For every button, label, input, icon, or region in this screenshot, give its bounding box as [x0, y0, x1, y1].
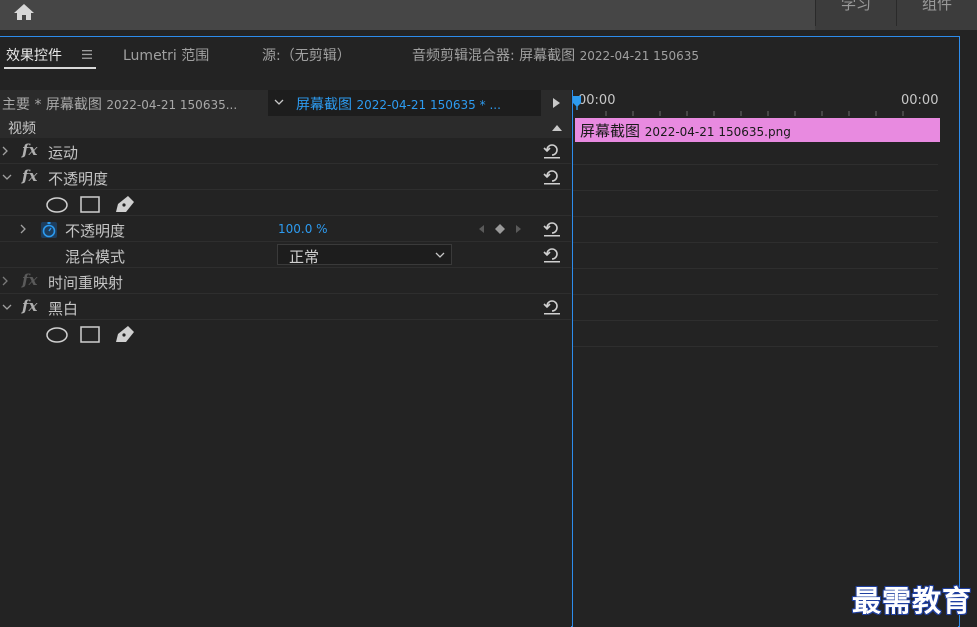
audio-mixer-tab-label: 音频剪辑混合器: 屏幕截图: [412, 48, 576, 64]
panel-tab-bar: 效果控件 Lumetri 范围 源:（无剪辑） 音频剪辑混合器: 屏幕截图 20…: [0, 37, 958, 71]
previous-keyframe-icon[interactable]: [479, 225, 484, 233]
tab-audio-clip-mixer[interactable]: 音频剪辑混合器: 屏幕截图 2022-04-21 150635: [412, 45, 699, 65]
chevron-down-icon[interactable]: [2, 304, 12, 311]
pen-mask-icon[interactable]: [116, 326, 134, 342]
playhead-icon[interactable]: [573, 96, 581, 110]
top-bar: 学习 组件: [0, 0, 977, 30]
ellipse-mask-icon[interactable]: [46, 327, 68, 343]
timeline-clip-name: 屏幕截图: [580, 122, 641, 140]
next-keyframe-icon[interactable]: [516, 225, 521, 233]
chevron-down-icon[interactable]: [2, 174, 12, 181]
stopwatch-icon[interactable]: [40, 220, 58, 238]
pen-mask-icon[interactable]: [116, 196, 134, 212]
video-section-label: 视频: [8, 121, 36, 137]
chevron-down-icon: [435, 252, 445, 258]
workspace-tabs: 学习 组件: [815, 0, 977, 30]
video-section-header: 视频: [0, 116, 571, 138]
mask-tools: [46, 196, 134, 213]
sequence-clip-dropdown[interactable]: 屏幕截图 2022-04-21 150635 * ...: [268, 90, 541, 116]
blend-mode-value: 正常: [289, 248, 320, 266]
effect-controls-panel: 效果控件 Lumetri 范围 源:（无剪辑） 音频剪辑混合器: 屏幕截图 20…: [0, 36, 960, 627]
opacity-value[interactable]: 100.0 %: [278, 222, 328, 236]
effect-row-motion[interactable]: fx 运动: [0, 138, 571, 164]
workspace-tab-learn[interactable]: 学习: [815, 0, 896, 26]
effect-controls-list: 主要 * 屏幕截图 2022-04-21 150635... 屏幕截图 2022…: [0, 90, 571, 627]
tab-source[interactable]: 源:（无剪辑）: [262, 45, 351, 65]
fx-icon[interactable]: fx: [22, 167, 37, 185]
collapse-up-icon[interactable]: [552, 125, 562, 131]
tab-effect-controls[interactable]: 效果控件: [6, 45, 62, 65]
timeline-clip-label: 屏幕截图 2022-04-21 150635.png: [580, 120, 791, 141]
track-divider: [573, 190, 938, 191]
opacity-mask-tools-row: [0, 190, 571, 216]
reset-icon[interactable]: [543, 221, 561, 237]
tab-lumetri-scopes[interactable]: Lumetri 范围: [123, 45, 209, 65]
time-ruler[interactable]: 00:00 00:00: [573, 90, 959, 116]
audio-mixer-tab-date: 2022-04-21 150635: [579, 49, 699, 63]
track-divider: [573, 268, 938, 269]
reset-icon[interactable]: [543, 169, 561, 185]
fx-icon[interactable]: fx: [22, 141, 37, 159]
active-tab-underline: [4, 67, 96, 69]
show-timeline-toggle-icon[interactable]: [553, 98, 560, 108]
master-clip-name: 主要 * 屏幕截图: [2, 97, 102, 113]
chevron-right-icon[interactable]: [2, 276, 9, 286]
keyframe-navigator: [479, 224, 521, 234]
timeline-clip[interactable]: 屏幕截图 2022-04-21 150635.png: [575, 118, 940, 142]
blend-mode-row: 混合模式 正常: [0, 242, 571, 268]
opacity-param-row[interactable]: 不透明度 100.0 %: [0, 216, 571, 242]
black-white-mask-tools-row: [0, 320, 571, 346]
rectangle-mask-icon[interactable]: [80, 326, 100, 343]
track-divider: [573, 242, 938, 243]
timecode-start: 00:00: [578, 93, 616, 108]
sequence-clip-name: 屏幕截图: [296, 97, 352, 113]
panel-menu-icon[interactable]: [82, 50, 92, 59]
param-label-opacity: 不透明度: [65, 222, 126, 240]
timecode-end: 00:00: [901, 93, 939, 108]
workspace-tab-assembly[interactable]: 组件: [896, 0, 977, 26]
sequence-clip-label: 屏幕截图 2022-04-21 150635 * ...: [296, 94, 501, 114]
master-clip-label[interactable]: 主要 * 屏幕截图 2022-04-21 150635...: [2, 94, 237, 114]
effect-label-black-white: 黑白: [48, 300, 79, 318]
watermark-logo: 最需教育: [852, 584, 973, 618]
home-icon[interactable]: [12, 2, 36, 22]
chevron-down-icon: [274, 99, 284, 105]
timeline-clip-filename: 2022-04-21 150635.png: [644, 125, 791, 139]
effect-label-opacity: 不透明度: [48, 170, 109, 188]
mask-tools: [46, 326, 134, 343]
clip-selector-bar: 主要 * 屏幕截图 2022-04-21 150635... 屏幕截图 2022…: [0, 90, 571, 116]
effect-label-motion: 运动: [48, 144, 79, 162]
fx-icon: fx: [22, 271, 38, 289]
effect-label-time-remapping: 时间重映射: [48, 274, 124, 292]
master-clip-date: 2022-04-21 150635...: [106, 98, 238, 112]
rectangle-mask-icon[interactable]: [80, 196, 100, 213]
blend-mode-select[interactable]: 正常: [277, 244, 452, 266]
effect-row-time-remapping[interactable]: fx 时间重映射: [0, 268, 571, 294]
track-divider: [573, 164, 938, 165]
track-divider: [573, 320, 938, 321]
chevron-right-icon[interactable]: [20, 224, 27, 234]
add-keyframe-icon[interactable]: [495, 224, 505, 234]
ellipse-mask-icon[interactable]: [46, 197, 68, 213]
effect-row-opacity[interactable]: fx 不透明度: [0, 164, 571, 190]
track-divider: [573, 346, 938, 347]
sequence-clip-date: 2022-04-21 150635 * ...: [356, 98, 501, 112]
reset-icon[interactable]: [543, 247, 561, 263]
param-label-blend-mode: 混合模式: [65, 248, 126, 266]
fx-icon[interactable]: fx: [22, 297, 37, 315]
effect-timeline[interactable]: 00:00 00:00 屏幕截图 2022-04-21 150635.png: [572, 90, 959, 627]
reset-icon[interactable]: [543, 143, 561, 159]
ruler-ticks: [605, 111, 904, 116]
track-divider: [573, 216, 938, 217]
track-divider: [573, 294, 938, 295]
reset-icon[interactable]: [543, 299, 561, 315]
chevron-right-icon[interactable]: [2, 146, 9, 156]
effect-row-black-white[interactable]: fx 黑白: [0, 294, 571, 320]
